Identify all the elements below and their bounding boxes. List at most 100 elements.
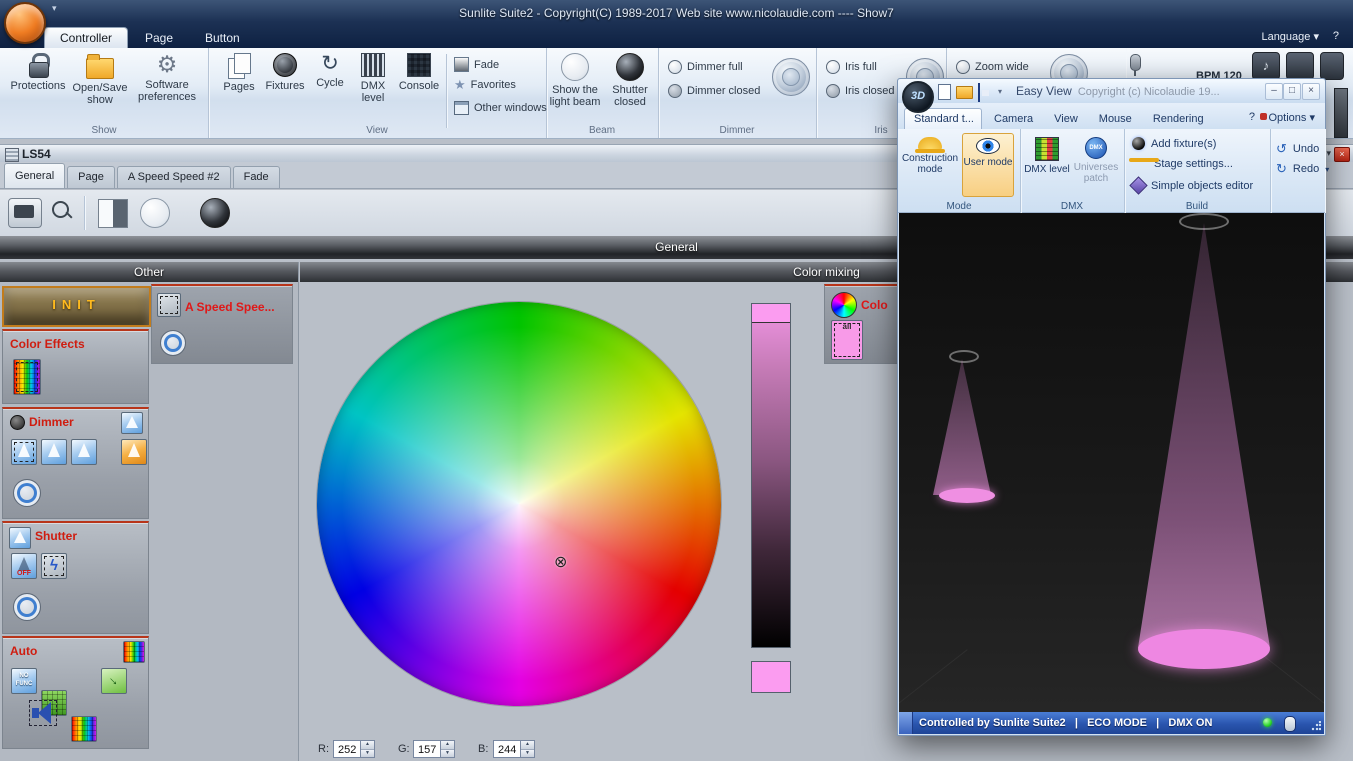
ls54-tab-page[interactable]: Page xyxy=(67,166,115,188)
ls54-menu-chevron-icon[interactable]: ▾ xyxy=(1326,148,1331,159)
dimmer-preset-1[interactable] xyxy=(11,439,37,465)
ev-tab-camera[interactable]: Camera xyxy=(985,109,1042,129)
undo-button[interactable]: ↺ Undo xyxy=(1276,141,1319,157)
speaker-icon[interactable] xyxy=(29,700,57,726)
resize-grip[interactable] xyxy=(1311,721,1321,731)
auto-block[interactable]: Auto NO FUNC → xyxy=(2,636,149,749)
open-folder-icon[interactable] xyxy=(956,86,973,99)
color-all-swatch[interactable]: all xyxy=(831,320,863,360)
color-cursor-icon[interactable]: ⊗ xyxy=(554,552,567,572)
ev-dmx-level-button[interactable]: DMX level xyxy=(1024,133,1070,197)
white-circle-button[interactable] xyxy=(140,198,170,228)
zoom-wide-button[interactable]: Zoom wide xyxy=(956,60,1029,74)
audio-note-icon[interactable]: ♪ xyxy=(1252,52,1280,80)
tab-page[interactable]: Page xyxy=(130,28,188,48)
auto-rainbow-button[interactable] xyxy=(71,716,97,742)
easy-view-3d-viewport[interactable] xyxy=(899,213,1324,712)
other-windows-button[interactable]: Other windows xyxy=(454,101,547,115)
shutter-dial[interactable] xyxy=(13,593,41,621)
dimmer-knob[interactable] xyxy=(772,58,810,96)
shutter-strobe-button[interactable]: ϟ xyxy=(41,553,67,579)
blue-spinner[interactable]: ▲ ▼ xyxy=(520,741,534,757)
simple-objects-editor-button[interactable]: Simple objects editor xyxy=(1129,176,1253,195)
user-mode-button[interactable]: User mode xyxy=(962,133,1014,197)
tab-controller[interactable]: Controller xyxy=(44,27,129,49)
help-button[interactable]: ? xyxy=(1333,30,1339,42)
ls54-tab-general[interactable]: General xyxy=(4,163,66,188)
favorites-button[interactable]: ★ Favorites xyxy=(454,78,516,91)
iris-closed-button[interactable]: Iris closed xyxy=(826,84,895,98)
shutter-off-button[interactable]: OFF xyxy=(11,553,37,579)
easy-view-window[interactable]: 3D ▾ Easy View Copyright (c) Nicolaudie 1… xyxy=(897,78,1329,736)
ls54-tab-fade[interactable]: Fade xyxy=(232,166,280,188)
fixtures-button[interactable]: Fixtures xyxy=(262,53,308,92)
color-effects-icon[interactable] xyxy=(13,359,41,395)
color-wheel[interactable]: ⊗ xyxy=(317,302,721,706)
pages-button[interactable]: Pages xyxy=(218,53,260,93)
microphone-icon[interactable] xyxy=(1130,54,1141,76)
dimmer-preset-orange[interactable] xyxy=(121,439,147,465)
language-menu[interactable]: Language ▾ xyxy=(1261,30,1319,43)
close-button[interactable]: × xyxy=(1302,83,1320,100)
dimmer-dial[interactable] xyxy=(13,479,41,507)
a-speed-dial[interactable] xyxy=(160,330,186,356)
stage-settings-button[interactable]: Stage settings... xyxy=(1132,158,1233,170)
dimmer-beam-icon[interactable] xyxy=(121,412,143,434)
fade-button[interactable]: Fade xyxy=(454,57,499,72)
console-button[interactable]: Console xyxy=(396,53,442,92)
app-logo-icon[interactable] xyxy=(4,2,46,44)
dimmer-preset-3[interactable] xyxy=(71,439,97,465)
ev-help-button[interactable]: ? xyxy=(1249,111,1255,123)
green-input[interactable]: 157 ▲ ▼ xyxy=(413,740,455,758)
display-tool-button[interactable] xyxy=(8,198,42,228)
toolbar-chevron-icon[interactable]: ▾ xyxy=(998,87,1002,96)
auto-arrow-button[interactable]: → xyxy=(101,668,127,694)
new-document-icon[interactable] xyxy=(938,84,951,100)
universes-patch-button[interactable]: DMX Universes patch xyxy=(1072,133,1120,197)
shutter-closed-button[interactable]: Shutter closed xyxy=(604,53,656,109)
ev-tab-rendering[interactable]: Rendering xyxy=(1144,109,1213,129)
green-spinner[interactable]: ▲ ▼ xyxy=(440,741,454,757)
black-circle-button[interactable] xyxy=(200,198,230,228)
color-effects-button[interactable]: Color Effects xyxy=(2,329,149,404)
ev-tab-view[interactable]: View xyxy=(1045,109,1087,129)
fader-strip[interactable] xyxy=(1334,88,1348,138)
easy-view-titlebar[interactable]: 3D ▾ Easy View Copyright (c) Nicolaudie 1… xyxy=(898,79,1325,113)
show-light-beam-button[interactable]: Show the light beam xyxy=(548,53,602,109)
maximize-button[interactable]: □ xyxy=(1283,83,1301,100)
audio-speaker-icon[interactable] xyxy=(1286,52,1314,80)
iris-full-button[interactable]: Iris full xyxy=(826,60,877,74)
shutter-block[interactable]: Shutter OFF ϟ xyxy=(2,521,149,634)
open-save-show-button[interactable]: Open/Save show xyxy=(70,53,130,107)
add-fixture-button[interactable]: Add fixture(s) xyxy=(1132,137,1216,150)
tab-button[interactable]: Button xyxy=(190,28,255,48)
a-speed-icon[interactable] xyxy=(157,293,181,317)
ev-options-menu[interactable]: Options ▾ xyxy=(1268,111,1315,124)
save-icon[interactable] xyxy=(978,83,980,102)
protections-button[interactable]: Protections xyxy=(10,53,66,92)
init-button[interactable]: INIT xyxy=(2,286,151,327)
ls54-close-button[interactable]: × xyxy=(1334,147,1350,162)
construction-mode-button[interactable]: Construction mode xyxy=(902,133,958,197)
red-input[interactable]: 252 ▲ ▼ xyxy=(333,740,375,758)
software-preferences-button[interactable]: ⚙ Software preferences xyxy=(134,53,200,104)
auto-no-func-button[interactable]: NO FUNC xyxy=(11,668,37,694)
redo-button[interactable]: ↻ Redo ▾ xyxy=(1276,161,1329,177)
auto-color-icon[interactable] xyxy=(123,641,145,663)
audio-misc-icon[interactable] xyxy=(1320,52,1344,80)
red-spinner[interactable]: ▲ ▼ xyxy=(360,741,374,757)
a-speed-preset-button[interactable]: A Speed Spee... xyxy=(151,284,293,364)
search-icon[interactable] xyxy=(52,201,69,218)
dimmer-block[interactable]: Dimmer xyxy=(2,407,149,519)
brightness-slider[interactable] xyxy=(751,303,791,648)
layout-split-button[interactable] xyxy=(98,199,128,228)
dimmer-preset-2[interactable] xyxy=(41,439,67,465)
ev-tab-mouse[interactable]: Mouse xyxy=(1090,109,1141,129)
slider-handle[interactable] xyxy=(752,304,790,323)
cycle-button[interactable]: ↻ Cycle xyxy=(310,53,350,89)
dimmer-closed-button[interactable]: Dimmer closed xyxy=(668,84,760,98)
fixture-base-left[interactable] xyxy=(949,350,979,363)
dmx-level-button[interactable]: DMX level xyxy=(352,53,394,105)
blue-input[interactable]: 244 ▲ ▼ xyxy=(493,740,535,758)
dimmer-full-button[interactable]: Dimmer full xyxy=(668,60,743,74)
